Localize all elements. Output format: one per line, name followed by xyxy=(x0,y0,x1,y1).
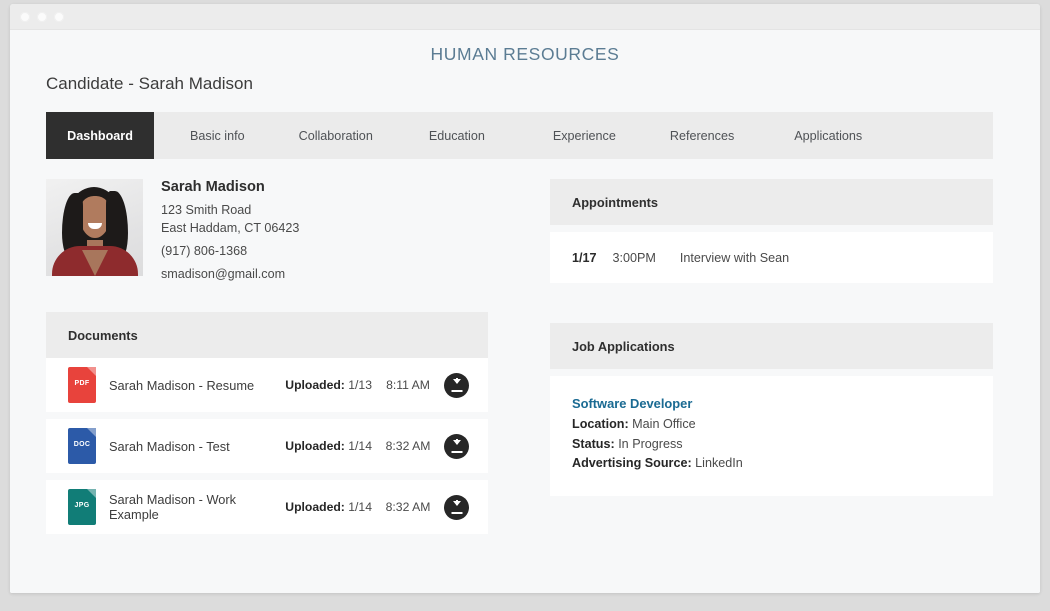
appointments-panel-title: Appointments xyxy=(550,179,993,225)
avatar xyxy=(46,179,143,276)
table-row[interactable]: PDF Sarah Madison - Resume Uploaded: 1/1… xyxy=(46,358,488,412)
document-uploaded: Uploaded: 1/14 xyxy=(285,439,372,453)
doc-file-icon: DOC xyxy=(68,428,96,464)
job-title-link[interactable]: Software Developer xyxy=(572,396,971,411)
uploaded-date: 1/14 xyxy=(348,500,372,514)
job-applications-panel: Job Applications Software Developer Loca… xyxy=(550,323,993,496)
browser-window: HUMAN RESOURCES Candidate - Sarah Madiso… xyxy=(10,4,1040,593)
document-uploaded: Uploaded: 1/13 xyxy=(285,378,372,392)
documents-panel-title: Documents xyxy=(46,312,488,358)
pdf-file-icon-label: PDF xyxy=(74,380,90,387)
document-name: Sarah Madison - Resume xyxy=(109,377,255,393)
phone-number: (917) 806-1368 xyxy=(161,244,248,258)
job-status-label: Status: xyxy=(572,436,615,451)
table-row[interactable]: JPG Sarah Madison - Work Example Uploade… xyxy=(46,480,488,534)
document-name: Sarah Madison - Work Example xyxy=(109,492,237,522)
job-status-value: In Progress xyxy=(618,436,683,451)
email-address: smadison@gmail.com xyxy=(161,267,286,281)
uploaded-label: Uploaded: xyxy=(285,378,345,392)
document-name: Sarah Madison - Test xyxy=(109,438,230,454)
job-status: Status: In Progress xyxy=(572,435,971,455)
appointment-date: 1/17 xyxy=(572,250,597,265)
uploaded-date: 1/13 xyxy=(348,378,372,392)
uploaded-time: 8:32 AM xyxy=(385,439,431,453)
appointment-row[interactable]: 1/17 3:00PM Interview with Sean xyxy=(550,232,993,283)
tab-experience[interactable]: Experience xyxy=(533,112,636,159)
page-title: Candidate - Sarah Madison xyxy=(46,74,253,93)
job-location-label: Location: xyxy=(572,417,629,431)
uploaded-label: Uploaded: xyxy=(285,439,345,453)
doc-file-icon-label: DOC xyxy=(73,441,91,448)
minimize-dot[interactable] xyxy=(37,11,47,22)
documents-panel: Documents PDF Sarah Madison - Resume Upl… xyxy=(46,312,488,534)
contact-info: Sarah Madison 123 Smith Road East Haddam… xyxy=(161,179,299,283)
address-line-2: East Haddam, CT 06423 xyxy=(161,221,300,235)
page-viewport: HUMAN RESOURCES Candidate - Sarah Madiso… xyxy=(10,30,1040,593)
uploaded-date: 1/14 xyxy=(348,439,372,453)
jpg-file-icon: JPG xyxy=(68,489,96,525)
document-uploaded: Uploaded: 1/14 xyxy=(285,500,372,514)
content-columns: Sarah Madison 123 Smith Road East Haddam… xyxy=(46,179,1004,541)
appointment-time: 3:00PM xyxy=(612,250,656,265)
job-location: Location: Main Office xyxy=(572,415,971,435)
job-source-value: LinkedIn xyxy=(695,456,743,470)
address-line-1: 123 Smith Road xyxy=(161,203,252,217)
tab-collaboration[interactable]: Collaboration xyxy=(279,112,393,159)
uploaded-time: 8:32 AM xyxy=(385,500,431,514)
left-column: Sarah Madison 123 Smith Road East Haddam… xyxy=(46,179,488,541)
window-titlebar xyxy=(10,4,1040,30)
job-applications-panel-title: Job Applications xyxy=(550,323,993,369)
job-source-label: Advertising Source: xyxy=(572,456,692,470)
app-title: HUMAN RESOURCES xyxy=(430,44,620,64)
uploaded-time: 8:11 AM xyxy=(386,378,430,392)
table-row[interactable]: DOC Sarah Madison - Test Uploaded: 1/14 … xyxy=(46,419,488,473)
uploaded-label: Uploaded: xyxy=(285,500,345,514)
candidate-profile: Sarah Madison 123 Smith Road East Haddam… xyxy=(46,179,488,283)
close-dot[interactable] xyxy=(20,11,30,22)
job-source: Advertising Source: LinkedIn xyxy=(572,454,971,474)
tab-dashboard[interactable]: Dashboard xyxy=(46,112,154,159)
download-icon[interactable] xyxy=(444,433,469,459)
jpg-file-icon-label: JPG xyxy=(74,502,90,509)
right-column: Appointments 1/17 3:00PM Interview with … xyxy=(550,179,993,541)
candidate-name: Sarah Madison xyxy=(161,179,265,195)
appointments-panel: Appointments 1/17 3:00PM Interview with … xyxy=(550,179,993,283)
tab-bar: Dashboard Basic info Collaboration Educa… xyxy=(46,112,993,159)
tab-applications[interactable]: Applications xyxy=(774,112,882,159)
download-icon[interactable] xyxy=(444,494,469,520)
tab-basic-info[interactable]: Basic info xyxy=(170,112,265,159)
appointment-description: Interview with Sean xyxy=(679,250,790,265)
pdf-file-icon: PDF xyxy=(68,367,96,403)
tab-references[interactable]: References xyxy=(650,112,754,159)
job-application-item: Software Developer Location: Main Office… xyxy=(550,376,993,496)
tab-education[interactable]: Education xyxy=(409,112,505,159)
job-location-value: Main Office xyxy=(632,417,696,431)
download-icon[interactable] xyxy=(444,372,469,398)
maximize-dot[interactable] xyxy=(54,11,64,22)
